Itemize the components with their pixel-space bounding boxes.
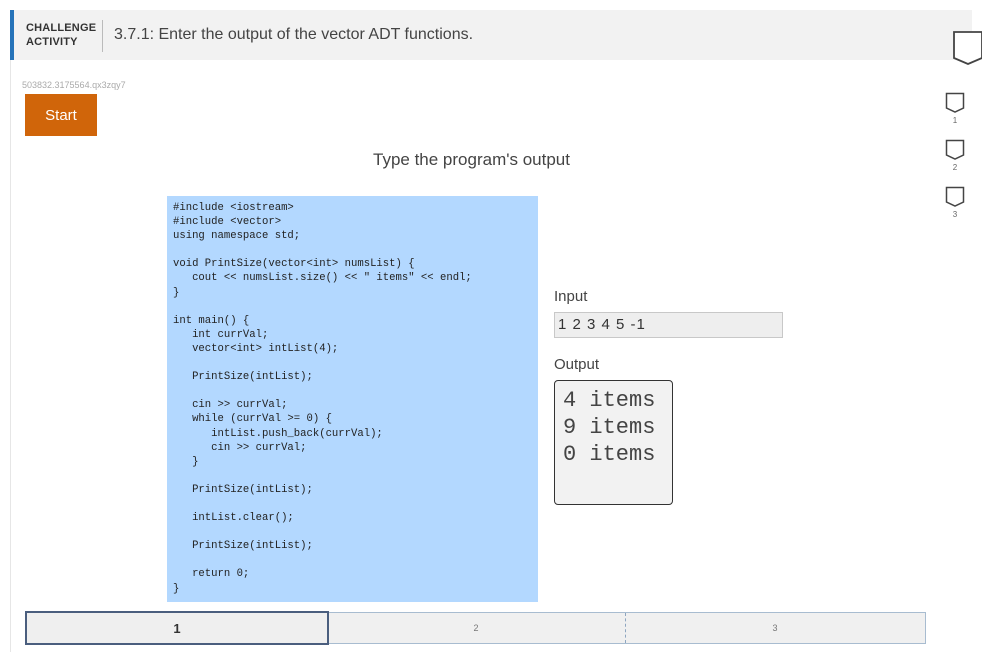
code-line: #include <iostream> xyxy=(173,202,294,214)
level-number: 3 xyxy=(952,210,958,219)
output-field[interactable]: 4 items 9 items 0 items xyxy=(554,380,673,505)
activity-type-line1: CHALLENGE xyxy=(26,22,97,34)
input-label: Input xyxy=(554,288,588,305)
code-block: #include <iostream> #include <vector> usin… xyxy=(167,196,538,602)
code-line: cin >> currVal; xyxy=(173,399,288,412)
level-3-indicator[interactable]: 3 xyxy=(945,186,965,219)
level-2-indicator[interactable]: 2 xyxy=(945,139,965,172)
code-line: int main() { xyxy=(173,314,250,327)
header-divider xyxy=(102,20,103,52)
code-line: intList.push_back(currVal); xyxy=(173,427,383,440)
code-line: intList.clear(); xyxy=(173,512,294,525)
activity-id: 503832.3175564.qx3zqy7 xyxy=(22,80,126,90)
activity-title: 3.7.1: Enter the output of the vector AD… xyxy=(114,26,474,43)
code-line: cout << numsList.size() << " items" << e… xyxy=(173,272,472,285)
code-line: return 0; xyxy=(173,568,250,581)
activity-header: CHALLENGE ACTIVITY 3.7.1: Enter the outp… xyxy=(10,10,982,65)
code-line: using namespace std; xyxy=(173,230,301,243)
activity-type: CHALLENGE ACTIVITY xyxy=(26,21,96,49)
code-line: } xyxy=(173,582,180,595)
code-line: int currVal; xyxy=(173,328,269,341)
progress-segment-2[interactable]: 2 xyxy=(327,613,625,643)
code-line: while (currVal >= 0) { xyxy=(173,413,332,426)
progress-bar: 1 2 3 xyxy=(25,611,926,645)
level-1-indicator[interactable]: 1 xyxy=(945,92,965,125)
activity-type-line2: ACTIVITY xyxy=(26,36,78,48)
progress-segment-3[interactable]: 3 xyxy=(625,613,925,643)
level-badge-icon xyxy=(945,186,965,207)
level-badge-icon xyxy=(945,139,965,160)
code-line: PrintSize(intList); xyxy=(173,540,313,553)
code-line: } xyxy=(173,455,199,468)
level-badge-icon xyxy=(945,92,965,113)
progress-segment-1[interactable]: 1 xyxy=(25,611,329,645)
level-number: 1 xyxy=(952,116,958,125)
code-line: #include <vector> xyxy=(173,216,282,229)
code-line: vector<int> intList(4); xyxy=(173,342,339,355)
input-value: 1 2 3 4 5 -1 xyxy=(554,312,783,338)
completion-badge-icon xyxy=(952,30,982,71)
code-line: } xyxy=(173,286,180,299)
code-line: PrintSize(intList); xyxy=(173,371,313,384)
code-line: void PrintSize(vector<int> numsList) { xyxy=(173,258,415,271)
level-number: 2 xyxy=(952,163,958,172)
code-line: PrintSize(intList); xyxy=(173,483,313,496)
output-label: Output xyxy=(554,356,600,373)
start-button[interactable]: Start xyxy=(25,94,97,136)
prompt-text: Type the program's output xyxy=(373,150,570,169)
code-line: cin >> currVal; xyxy=(173,441,307,454)
